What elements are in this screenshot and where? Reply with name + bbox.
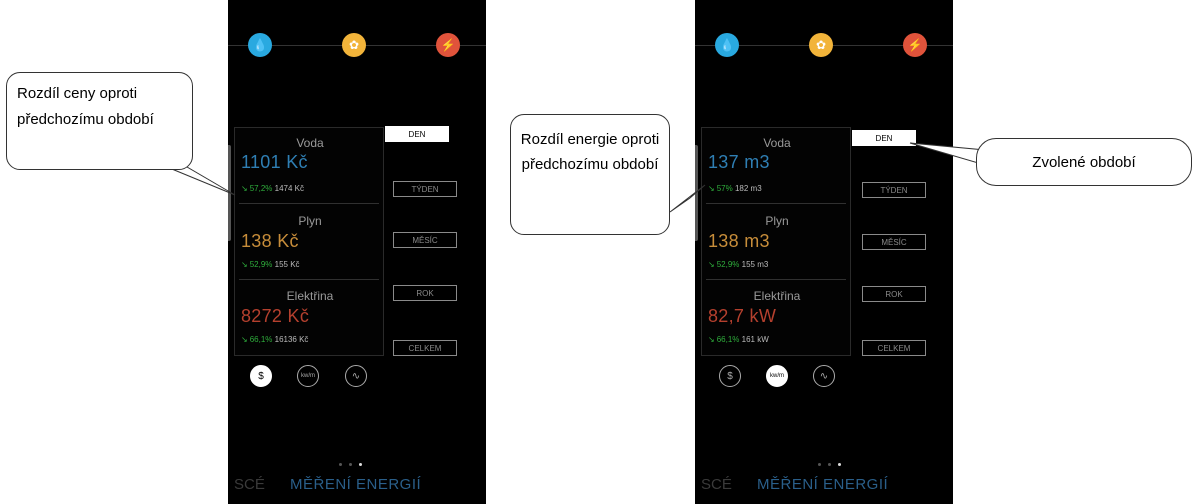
leader-selected-period [909, 142, 986, 166]
callout-text: Rozdíl ceny oproti předchozímu období [17, 85, 154, 128]
callout-text: Rozdíl energie oproti předchozímu období [520, 131, 660, 173]
callout-price-diff: Rozdíl ceny oproti předchozímu období [6, 72, 193, 170]
callout-selected-period: Zvolené období [976, 138, 1192, 186]
callout-text: Zvolené období [1032, 153, 1136, 171]
leader-energy-diff [669, 184, 706, 213]
callout-energy-diff: Rozdíl energie oproti předchozímu období [510, 114, 670, 235]
